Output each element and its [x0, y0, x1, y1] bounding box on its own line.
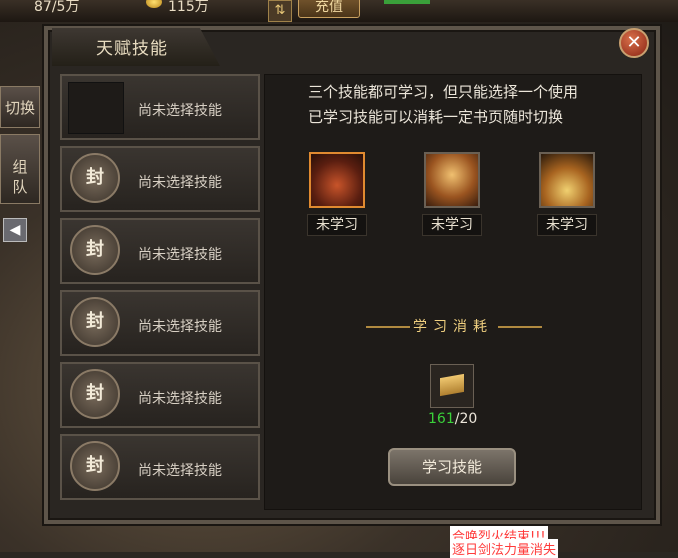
seal-icon: 封: [70, 153, 120, 203]
skill-status: 未学习: [307, 214, 367, 236]
seal-icon: 封: [70, 369, 120, 419]
skill-option-1[interactable]: 未学习: [307, 152, 367, 236]
team-label: 组 队: [12, 158, 28, 196]
skill-status: 未学习: [422, 214, 482, 236]
seal-icon: 封: [70, 297, 120, 347]
team-button[interactable]: 组 队: [0, 134, 40, 204]
collapse-arrow-icon[interactable]: ◀: [3, 218, 27, 242]
skill-slot-3[interactable]: 封 尚未选择技能: [60, 218, 260, 284]
panel-title: 天赋技能: [96, 39, 168, 59]
skill-slot-1[interactable]: 尚未选择技能: [60, 74, 260, 140]
recharge-button[interactable]: 充值: [298, 0, 360, 18]
close-button[interactable]: ✕: [619, 28, 649, 58]
ingot-amount: 115万: [168, 0, 209, 15]
required-count: /20: [454, 411, 478, 427]
learn-skill-button[interactable]: 学习技能: [388, 448, 516, 486]
skill-description: 三个技能都可学习，但只能选择一个使用 已学习技能可以消耗一定书页随时切换: [308, 80, 578, 130]
description-line-1: 三个技能都可学习，但只能选择一个使用: [308, 83, 579, 101]
cost-count: 161/20: [428, 411, 477, 427]
skill-slot-5[interactable]: 封 尚未选择技能: [60, 362, 260, 428]
slot-label: 尚未选择技能: [138, 463, 222, 479]
empty-slot-icon: [68, 82, 124, 134]
strength-skill-icon[interactable]: [309, 152, 365, 208]
claw-skill-icon[interactable]: [539, 152, 595, 208]
switch-button[interactable]: 切换: [0, 86, 40, 128]
slot-label: 尚未选择技能: [138, 319, 222, 335]
hp-bar: [384, 0, 430, 4]
slot-label: 尚未选择技能: [138, 175, 222, 191]
cost-title: 学习消耗: [413, 319, 493, 335]
owned-count: 161: [428, 411, 455, 427]
slot-label: 尚未选择技能: [138, 103, 222, 119]
gold-amount: 87/5万: [34, 0, 80, 15]
skill-option-3[interactable]: 未学习: [537, 152, 597, 236]
seal-icon: 封: [70, 441, 120, 491]
seal-icon: 封: [70, 225, 120, 275]
slot-label: 尚未选择技能: [138, 247, 222, 263]
top-bar: 87/5万 115万 ⇅ 充值: [0, 0, 678, 22]
skill-status: 未学习: [537, 214, 597, 236]
slot-label: 尚未选择技能: [138, 391, 222, 407]
coin-icon: [146, 0, 162, 8]
description-line-2: 已学习技能可以消耗一定书页随时切换: [308, 108, 564, 126]
skill-slot-2[interactable]: 封 尚未选择技能: [60, 146, 260, 212]
skill-slot-4[interactable]: 封 尚未选择技能: [60, 290, 260, 356]
chat-message: 逐日剑法力量消失: [450, 539, 559, 558]
aura-skill-icon[interactable]: [424, 152, 480, 208]
skill-option-2[interactable]: 未学习: [422, 152, 482, 236]
skill-detail-area: [264, 74, 642, 510]
swap-arrows-icon[interactable]: ⇅: [268, 0, 292, 22]
skill-slot-6[interactable]: 封 尚未选择技能: [60, 434, 260, 500]
